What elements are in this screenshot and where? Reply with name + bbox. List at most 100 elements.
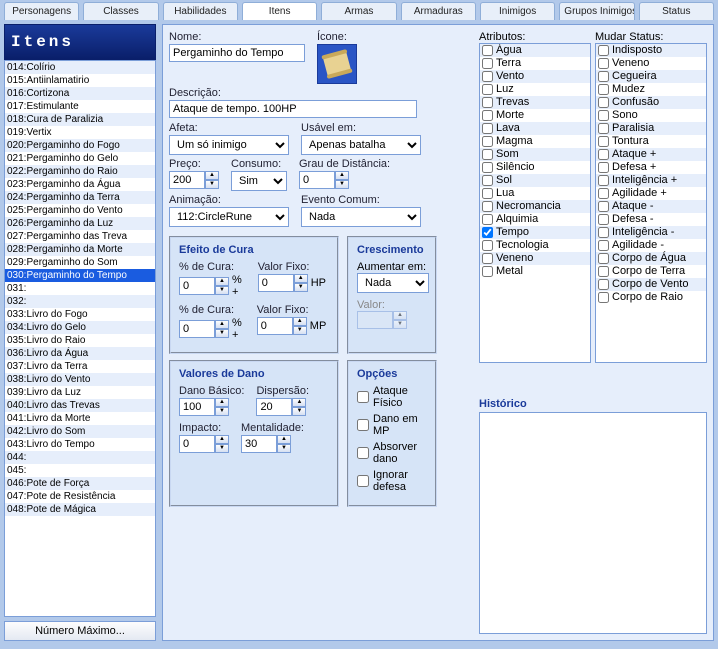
checkbox[interactable]	[482, 110, 493, 121]
list-item[interactable]: 023:Pergaminho da Água	[5, 178, 155, 191]
dano-dispersao[interactable]: ▲▼	[256, 398, 309, 416]
checkbox[interactable]	[482, 97, 493, 108]
dano-impacto[interactable]: ▲▼	[179, 435, 229, 453]
list-item[interactable]: 020:Pergaminho do Fogo	[5, 139, 155, 152]
atributo-row[interactable]: Magma	[480, 135, 590, 148]
list-item[interactable]: 026:Pergaminho da Luz	[5, 217, 155, 230]
status-row[interactable]: Sono	[596, 109, 706, 122]
checkbox[interactable]	[598, 214, 609, 225]
status-row[interactable]: Corpo de Vento	[596, 278, 706, 291]
atributo-row[interactable]: Sol	[480, 174, 590, 187]
checkbox[interactable]	[598, 266, 609, 277]
checkbox[interactable]	[598, 123, 609, 134]
checkbox[interactable]	[598, 58, 609, 69]
atributo-row[interactable]: Lua	[480, 187, 590, 200]
atributo-row[interactable]: Silêncio	[480, 161, 590, 174]
checkbox[interactable]	[598, 84, 609, 95]
checkbox[interactable]	[482, 58, 493, 69]
usavel-select[interactable]: Apenas batalha	[301, 135, 421, 155]
list-item[interactable]: 015:Antiinlamatirio	[5, 74, 155, 87]
list-item[interactable]: 028:Pergaminho da Morte	[5, 243, 155, 256]
status-row[interactable]: Corpo de Água	[596, 252, 706, 265]
checkbox[interactable]	[357, 475, 369, 487]
list-item[interactable]: 035:Livro do Raio	[5, 334, 155, 347]
atributo-row[interactable]: Lava	[480, 122, 590, 135]
atributo-row[interactable]: Morte	[480, 109, 590, 122]
spin-down-icon[interactable]: ▼	[205, 180, 219, 189]
historico-box[interactable]	[479, 412, 707, 634]
list-item[interactable]: 047:Pote de Resistência	[5, 490, 155, 503]
checkbox[interactable]	[482, 201, 493, 212]
atributos-list[interactable]: ÁguaTerraVentoLuzTrevasMorteLavaMagmaSom…	[479, 43, 591, 363]
checkbox[interactable]	[598, 253, 609, 264]
status-row[interactable]: Cegueira	[596, 70, 706, 83]
atributo-row[interactable]: Água	[480, 44, 590, 57]
list-item[interactable]: 031:	[5, 282, 155, 295]
checkbox[interactable]	[598, 71, 609, 82]
list-item[interactable]: 037:Livro da Terra	[5, 360, 155, 373]
animacao-select[interactable]: 112:CircleRune	[169, 207, 289, 227]
icon-preview[interactable]	[317, 44, 357, 84]
status-row[interactable]: Mudez	[596, 83, 706, 96]
checkbox[interactable]	[598, 45, 609, 56]
list-item[interactable]: 016:Cortizona	[5, 87, 155, 100]
status-row[interactable]: Paralisia	[596, 122, 706, 135]
checkbox[interactable]	[482, 84, 493, 95]
list-item[interactable]: 032:	[5, 295, 155, 308]
checkbox[interactable]	[482, 253, 493, 264]
tab-habilidades[interactable]: Habilidades	[163, 2, 238, 20]
list-item[interactable]: 045:	[5, 464, 155, 477]
checkbox[interactable]	[482, 71, 493, 82]
list-item[interactable]: 024:Pergaminho da Terra	[5, 191, 155, 204]
checkbox[interactable]	[598, 149, 609, 160]
tab-armas[interactable]: Armas	[321, 2, 396, 20]
status-row[interactable]: Ataque -	[596, 200, 706, 213]
checkbox[interactable]	[357, 419, 369, 431]
tab-inimigos[interactable]: Inimigos	[480, 2, 555, 20]
max-number-button[interactable]: Número Máximo...	[4, 621, 156, 641]
list-item[interactable]: 022:Pergaminho do Raio	[5, 165, 155, 178]
tab-itens[interactable]: Itens	[242, 2, 317, 20]
checkbox[interactable]	[482, 240, 493, 251]
list-item[interactable]: 041:Livro da Morte	[5, 412, 155, 425]
checkbox[interactable]	[598, 240, 609, 251]
list-item[interactable]: 014:Colírio	[5, 61, 155, 74]
list-item[interactable]: 025:Pergaminho do Vento	[5, 204, 155, 217]
atributo-row[interactable]: Tecnologia	[480, 239, 590, 252]
list-item[interactable]: 030:Pergaminho do Tempo	[5, 269, 155, 282]
status-row[interactable]: Tontura	[596, 135, 706, 148]
afeta-select[interactable]: Um só inimigo	[169, 135, 289, 155]
evento-select[interactable]: Nada	[301, 207, 421, 227]
status-row[interactable]: Corpo de Terra	[596, 265, 706, 278]
checkbox[interactable]	[482, 214, 493, 225]
checkbox[interactable]	[357, 391, 369, 403]
list-item[interactable]: 043:Livro do Tempo	[5, 438, 155, 451]
atributo-row[interactable]: Tempo	[480, 226, 590, 239]
opcao-row[interactable]: Ignorar defesa	[357, 469, 427, 493]
status-row[interactable]: Confusão	[596, 96, 706, 109]
list-item[interactable]: 036:Livro da Água	[5, 347, 155, 360]
opcao-row[interactable]: Absorver dano	[357, 441, 427, 465]
list-item[interactable]: 019:Vertix	[5, 126, 155, 139]
checkbox[interactable]	[482, 175, 493, 186]
tab-classes[interactable]: Classes	[83, 2, 158, 20]
list-item[interactable]: 048:Pote de Mágica	[5, 503, 155, 516]
list-item[interactable]: 034:Livro do Gelo	[5, 321, 155, 334]
checkbox[interactable]	[482, 123, 493, 134]
list-item[interactable]: 033:Livro do Fogo	[5, 308, 155, 321]
checkbox[interactable]	[598, 201, 609, 212]
list-item[interactable]: 017:Estimulante	[5, 100, 155, 113]
preco-spinner[interactable]: ▲▼	[169, 171, 219, 189]
checkbox[interactable]	[482, 227, 493, 238]
dano-basico[interactable]: ▲▼	[179, 398, 244, 416]
status-row[interactable]: Inteligência +	[596, 174, 706, 187]
atributo-row[interactable]: Metal	[480, 265, 590, 278]
mudar-status-list[interactable]: IndispostoVenenoCegueiraMudezConfusãoSon…	[595, 43, 707, 363]
list-item[interactable]: 029:Pergaminho do Som	[5, 256, 155, 269]
list-item[interactable]: 038:Livro do Vento	[5, 373, 155, 386]
tab-grupos-inimigos[interactable]: Grupos Inimigos	[559, 2, 634, 20]
status-row[interactable]: Agilidade -	[596, 239, 706, 252]
status-row[interactable]: Corpo de Raio	[596, 291, 706, 304]
opcao-row[interactable]: Ataque Físico	[357, 385, 427, 409]
item-list[interactable]: 014:Colírio015:Antiinlamatirio016:Cortiz…	[4, 60, 156, 617]
